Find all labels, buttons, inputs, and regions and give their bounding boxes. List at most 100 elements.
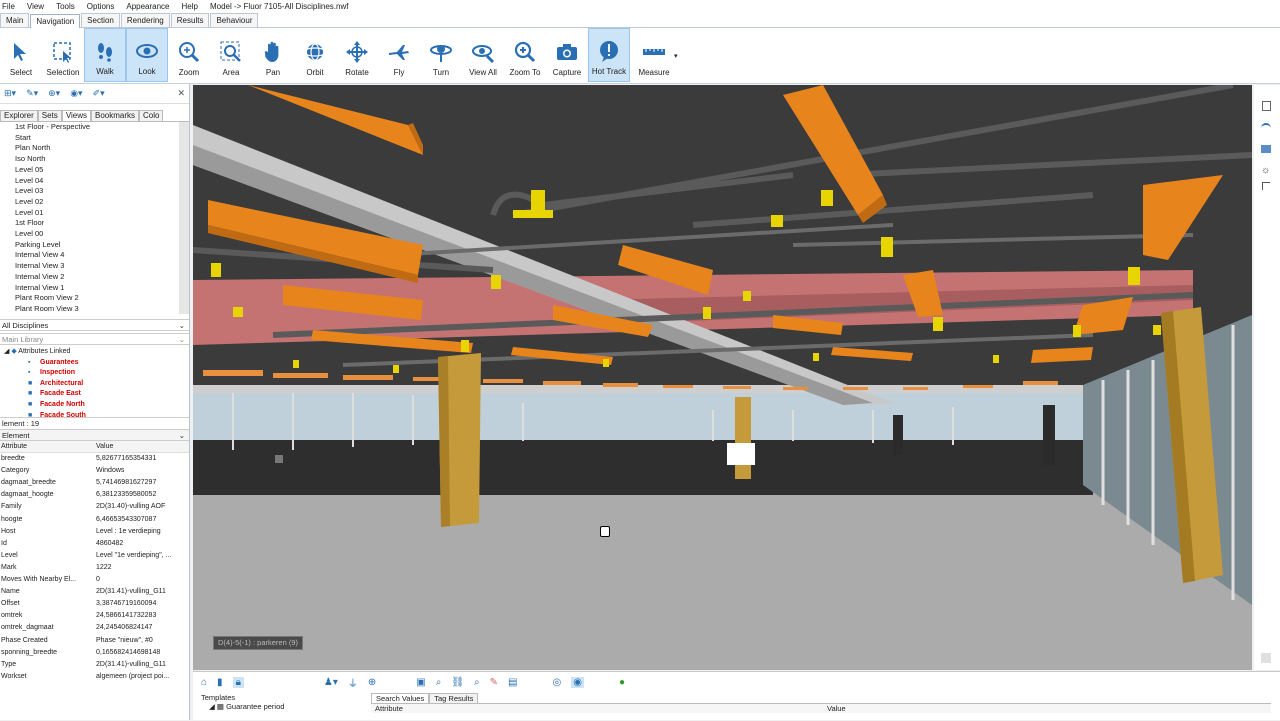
turn-button[interactable]: Turn xyxy=(420,28,462,82)
menu-file[interactable]: File xyxy=(2,2,15,11)
tab-explorer[interactable]: Explorer xyxy=(0,110,38,121)
measure-button[interactable]: Measure xyxy=(630,28,678,82)
property-row[interactable]: omtrek_dagmaat 24,245406824147 xyxy=(0,622,189,634)
tab-rendering[interactable]: Rendering xyxy=(120,13,170,27)
view-item[interactable]: Level 02 xyxy=(15,197,179,208)
home-icon[interactable]: ⌂ xyxy=(201,677,207,688)
pencil-tool-icon[interactable]: ✎▾ xyxy=(26,88,38,99)
walk-button[interactable]: Walk xyxy=(84,28,126,82)
menu-view[interactable]: View xyxy=(27,2,44,11)
zoom-to-button[interactable]: Zoom To xyxy=(504,28,546,82)
tab-search-values[interactable]: Search Values xyxy=(371,693,430,703)
tab-views[interactable]: Views xyxy=(61,110,92,121)
guarantee-item[interactable]: ◢ ▦ Guarantee period xyxy=(201,702,367,711)
page-icon[interactable]: ▣ xyxy=(416,677,425,688)
view-item[interactable]: Internal View 4 xyxy=(15,250,179,261)
hot-track-button[interactable]: Hot Track xyxy=(588,28,630,82)
element-select[interactable]: Element ⌄ xyxy=(0,429,189,441)
property-row[interactable]: breedte 5,82677165354331 xyxy=(0,453,189,465)
capture-button[interactable]: Capture xyxy=(546,28,588,82)
view-item[interactable]: Internal View 2 xyxy=(15,272,179,283)
rotate-button[interactable]: Rotate xyxy=(336,28,378,82)
select-button[interactable]: Select xyxy=(0,28,42,82)
orbit-button[interactable]: Orbit xyxy=(294,28,336,82)
view-item[interactable]: Level 04 xyxy=(15,176,179,187)
search-icon[interactable]: ⌕ xyxy=(436,677,442,688)
property-row[interactable]: Host Level : 1e verdieping xyxy=(0,526,189,538)
library-select[interactable]: Main Library ⌄ xyxy=(0,333,189,345)
tab-results[interactable]: Results xyxy=(170,13,210,27)
view-item[interactable]: Plan North xyxy=(15,143,179,154)
edit-tool-icon[interactable]: ✐▾ xyxy=(93,88,105,99)
close-panel-icon[interactable]: ✕ xyxy=(177,88,185,99)
sun-icon[interactable]: ☼ xyxy=(1261,165,1280,176)
tab-navigation[interactable]: Navigation xyxy=(30,14,81,28)
play-icon[interactable]: ● xyxy=(619,677,625,688)
property-row[interactable]: hoogte 6,46653543307087 xyxy=(0,514,189,526)
property-row[interactable]: Level Level "1e verdieping", ... xyxy=(0,550,189,562)
filter-icon[interactable]: ⏚ xyxy=(348,675,358,690)
view-item[interactable]: Plant Room View 3 xyxy=(15,304,179,314)
menu-options[interactable]: Options xyxy=(87,2,115,11)
tree-item[interactable]: ■ Facade East xyxy=(4,389,189,400)
pencil-icon[interactable]: ✎ xyxy=(490,677,498,688)
users-icon[interactable]: ♟▾ xyxy=(324,677,338,688)
tree-item[interactable]: ■ Architectural xyxy=(4,379,189,390)
panel-icon-5[interactable] xyxy=(1262,182,1270,190)
view-item[interactable]: 1st Floor xyxy=(15,218,179,229)
view-item[interactable]: Plant Room View 2 xyxy=(15,293,179,304)
save-icon[interactable]: ▤ xyxy=(508,677,517,688)
property-row[interactable]: dagmaat_breedte 5,74146981627297 xyxy=(0,477,189,489)
property-row[interactable]: dagmaat_hoogte 6,38123359580052 xyxy=(0,489,189,501)
expand-icon[interactable]: ◢ xyxy=(4,348,9,355)
property-row[interactable]: omtrek 24,5866141732283 xyxy=(0,610,189,622)
tab-behaviour[interactable]: Behaviour xyxy=(210,13,259,27)
pan-button[interactable]: Pan xyxy=(252,28,294,82)
expand-icon[interactable]: ◢ xyxy=(209,702,215,711)
target-icon[interactable]: ◎ xyxy=(552,677,561,688)
tree-tool-icon[interactable]: ⊞▾ xyxy=(4,88,16,99)
tree-item[interactable]: ▪ Inspection xyxy=(4,368,189,379)
tree-item[interactable]: ▪ Guarantees xyxy=(4,358,189,369)
view-item[interactable]: Start xyxy=(15,133,179,144)
selection-button[interactable]: Selection xyxy=(42,28,84,82)
property-row[interactable]: Mark 1222 xyxy=(0,562,189,574)
property-row[interactable]: Family 2D(31.40)-vulling AOF xyxy=(0,501,189,513)
doc-icon[interactable]: ▮ xyxy=(217,677,223,688)
tab-sets[interactable]: Sets xyxy=(37,110,62,121)
view-item[interactable]: Level 01 xyxy=(15,208,179,219)
tree-item[interactable]: ■ Facade South xyxy=(4,411,189,417)
measure-dropdown-icon[interactable]: ▾ xyxy=(674,52,678,60)
view-item[interactable]: Internal View 3 xyxy=(15,261,179,272)
globe-tool-icon[interactable]: ◉▾ xyxy=(70,88,82,99)
view-item[interactable]: Level 00 xyxy=(15,229,179,240)
property-row[interactable]: Offset 3,38746719160094 xyxy=(0,598,189,610)
add-icon[interactable]: ⊕ xyxy=(368,677,376,688)
tab-colors[interactable]: Colo xyxy=(139,110,164,121)
discipline-select[interactable]: All Disciplines ⌄ xyxy=(0,319,189,331)
tab-tag-results[interactable]: Tag Results xyxy=(429,693,479,703)
lock-icon[interactable]: 🔒︎ xyxy=(232,676,244,688)
scroll-handle[interactable] xyxy=(1261,653,1271,663)
property-row[interactable]: Phase Created Phase "nieuw", #0 xyxy=(0,635,189,647)
find-icon[interactable]: ⌕ xyxy=(474,677,480,688)
property-row[interactable]: Name 2D(31.41)-vulling_G11 xyxy=(0,586,189,598)
property-row[interactable]: Moves With Nearby El... 0 xyxy=(0,574,189,586)
add-tool-icon[interactable]: ⊕▾ xyxy=(48,88,60,99)
menu-appearance[interactable]: Appearance xyxy=(126,2,169,11)
tree-item[interactable]: ■ Facade North xyxy=(4,400,189,411)
view-all-button[interactable]: View All xyxy=(462,28,504,82)
tab-bookmarks[interactable]: Bookmarks xyxy=(91,110,140,121)
view-item[interactable]: Iso North xyxy=(15,154,179,165)
fly-button[interactable]: Fly xyxy=(378,28,420,82)
panel-icon-2[interactable] xyxy=(1261,123,1271,131)
property-row[interactable]: Category Windows xyxy=(0,465,189,477)
property-row[interactable]: Id 4860482 xyxy=(0,538,189,550)
property-row[interactable]: Workset algemeen (project poi... xyxy=(0,671,189,683)
view-item[interactable]: 1st Floor - Perspective xyxy=(15,122,179,133)
property-row[interactable]: sponning_breedte 0,165682414698148 xyxy=(0,647,189,659)
panel-icon-3[interactable] xyxy=(1261,145,1271,153)
view-item[interactable]: Internal View 1 xyxy=(15,283,179,294)
panel-icon-1[interactable] xyxy=(1262,101,1271,111)
view-item[interactable]: Level 03 xyxy=(15,186,179,197)
